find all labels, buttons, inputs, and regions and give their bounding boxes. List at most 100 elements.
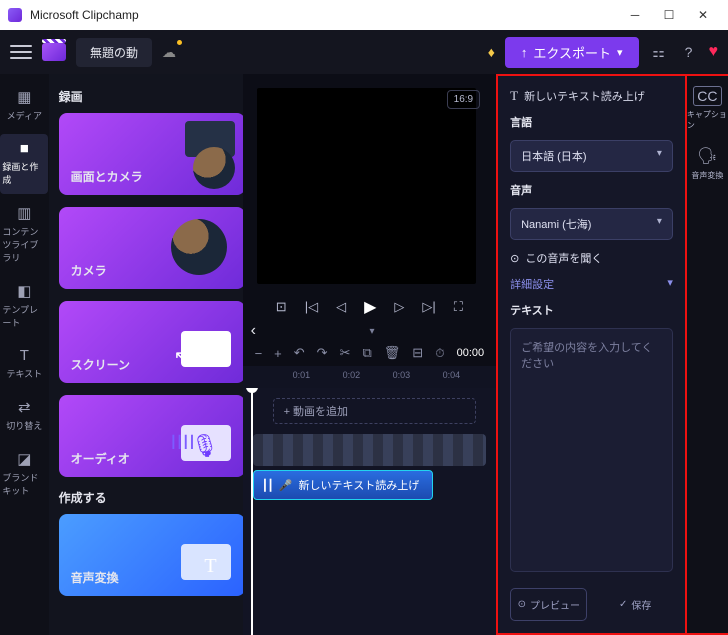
step-forward-icon[interactable]: ▷: [394, 299, 404, 315]
text-t-icon: T: [510, 88, 518, 104]
center-area: 16:9 ⊡ |◁ ◁ ▶ ▷ ▷| ⛶ ‹ ▾ − + ↶ ↷ ✂ ⧉ 🗑 ⊟ …: [243, 74, 497, 635]
drag-handle-icon[interactable]: ┃┃: [262, 479, 273, 492]
favorite-icon[interactable]: ♥: [709, 43, 719, 61]
copy-icon[interactable]: ⧉: [362, 345, 371, 361]
chevron-down-icon: ▾: [667, 276, 673, 292]
rail-media[interactable]: ▦メディア: [0, 82, 48, 130]
rail-caption-label: キャプション: [687, 109, 728, 131]
tick: 0:03: [393, 370, 411, 380]
tts-clip-label: 新しいテキスト読み上げ: [299, 477, 420, 493]
playback-controls: ⊡ |◁ ◁ ▶ ▷ ▷| ⛶: [243, 292, 497, 322]
step-back-icon[interactable]: ◁: [336, 299, 346, 315]
undo-icon[interactable]: ↶: [294, 345, 305, 361]
voice-icon: 🗣: [694, 145, 720, 167]
menu-button[interactable]: [10, 45, 32, 59]
media-icon: ▦: [17, 88, 31, 106]
mic-small-icon: 🎤: [279, 479, 293, 492]
upload-icon: ↑: [521, 45, 528, 60]
rail-transitions[interactable]: ⇄切り替え: [0, 392, 48, 440]
timecode: 00:00: [457, 347, 485, 359]
rail-library[interactable]: ▥コンテンツライブラリ: [0, 198, 48, 272]
redo-icon[interactable]: ↷: [317, 345, 328, 361]
card-audio[interactable]: ┃┃┃┃ 🎙 オーディオ: [59, 395, 243, 477]
camera-avatar: [193, 147, 235, 189]
zoom-in-icon[interactable]: +: [274, 346, 282, 361]
zoom-out-icon[interactable]: −: [255, 346, 263, 361]
app-title: Microsoft Clipchamp: [30, 8, 139, 22]
collapse-left-icon[interactable]: ‹: [251, 322, 256, 340]
aspect-ratio-selector[interactable]: 16:9: [447, 90, 480, 109]
timecode-icon: ⏱: [435, 346, 444, 361]
card-screen-camera[interactable]: 画面とカメラ: [59, 113, 243, 195]
rail-voice[interactable]: 🗣 音声変換: [691, 145, 723, 181]
card-tts[interactable]: T 音声変換: [59, 514, 243, 596]
timeline-toolbar: − + ↶ ↷ ✂ ⧉ 🗑 ⊟ ⏱ 00:00: [243, 340, 497, 366]
card-label: スクリーン: [71, 356, 130, 373]
skip-end-icon[interactable]: ▷|: [422, 299, 435, 315]
rail-brandkit[interactable]: ◪ブランドキット: [0, 444, 48, 505]
video-track[interactable]: + 動画を追加: [253, 394, 487, 428]
tick: 0:02: [343, 370, 361, 380]
window-maximize[interactable]: ☐: [652, 0, 686, 30]
left-panel: 録画 画面とカメラ カメラ ↖ スクリーン ┃┃┃┃ 🎙 オーディオ 作成する …: [49, 74, 243, 635]
listen-label: この音声を聞く: [525, 250, 602, 266]
preview-button[interactable]: ⊙ プレビュー: [510, 588, 587, 621]
top-toolbar: 無題の動 ☁ ♦ ↑ エクスポート ▾ ⚏ ? ♥: [0, 30, 728, 74]
split-icon[interactable]: ⊟: [412, 345, 423, 361]
advanced-settings[interactable]: 詳細設定 ▾: [510, 276, 673, 292]
timeline-ruler[interactable]: 0:01 0:02 0:03 0:04: [243, 366, 497, 388]
card-screen[interactable]: ↖ スクリーン: [59, 301, 243, 383]
delete-icon[interactable]: 🗑: [384, 345, 401, 361]
cut-icon[interactable]: ✂: [340, 345, 351, 361]
language-select[interactable]: 日本語 (日本) ▾: [510, 140, 673, 172]
rail-text[interactable]: Tテキスト: [0, 341, 48, 388]
preview-canvas[interactable]: [257, 88, 477, 284]
save-button[interactable]: ✓ 保存: [597, 588, 672, 621]
check-icon: ✓: [619, 599, 627, 610]
rail-captions[interactable]: CC キャプション: [687, 86, 728, 131]
export-button[interactable]: ↑ エクスポート ▾: [505, 37, 639, 68]
help-icon[interactable]: ?: [679, 44, 699, 60]
template-icon: ◧: [17, 282, 31, 300]
section-record-title: 録画: [59, 88, 233, 105]
cloud-sync-icon[interactable]: ☁: [162, 44, 176, 61]
record-icon: ■: [20, 140, 29, 157]
chevron-down-icon: ▾: [657, 216, 662, 232]
skip-start-icon[interactable]: |◁: [305, 299, 318, 315]
tts-text-input[interactable]: ご希望の内容を入力してください: [510, 328, 673, 572]
chevron-down-icon: ▾: [657, 148, 662, 164]
advanced-label: 詳細設定: [510, 276, 554, 292]
preview-label: プレビュー: [530, 597, 580, 612]
share-icon[interactable]: ⚏: [649, 44, 669, 61]
library-icon: ▥: [17, 204, 31, 222]
window-minimize[interactable]: ─: [618, 0, 652, 30]
app-logo: [8, 8, 22, 22]
voice-value: Nanami (七海): [521, 216, 591, 232]
premium-icon[interactable]: ♦: [488, 44, 495, 60]
text-icon: T: [20, 347, 29, 364]
voice-label: 音声: [510, 182, 673, 198]
rail-record[interactable]: ■録画と作成: [0, 134, 48, 194]
play-button[interactable]: ▶: [364, 297, 376, 317]
collapse-down-icon[interactable]: ▾: [369, 326, 374, 337]
rail-templates[interactable]: ◧テンプレート: [0, 276, 48, 337]
fullscreen-icon[interactable]: ⛶: [454, 299, 463, 315]
tts-clip[interactable]: ┃┃ 🎤 新しいテキスト読み上げ: [253, 470, 433, 500]
window-titlebar: Microsoft Clipchamp ─ ☐ ✕: [0, 0, 728, 30]
text-t-icon: T: [204, 555, 216, 578]
card-label: オーディオ: [71, 450, 130, 467]
project-title[interactable]: 無題の動: [76, 38, 152, 67]
timeline-tracks[interactable]: + 動画を追加 ┃┃ 🎤 新しいテキスト読み上げ: [243, 388, 497, 635]
card-camera[interactable]: カメラ: [59, 207, 243, 289]
background-clip[interactable]: [253, 434, 487, 466]
crop-icon[interactable]: ⊡: [276, 299, 287, 315]
cc-icon: CC: [693, 86, 721, 106]
tts-header-label: 新しいテキスト読み上げ: [524, 88, 645, 104]
voice-select[interactable]: Nanami (七海) ▾: [510, 208, 673, 240]
cursor-icon: ↖: [174, 347, 189, 368]
add-video-placeholder[interactable]: + 動画を追加: [273, 398, 477, 424]
tick: 0:01: [293, 370, 311, 380]
play-circle-icon: ⊙: [510, 252, 519, 265]
window-close[interactable]: ✕: [686, 0, 720, 30]
listen-voice[interactable]: ⊙ この音声を聞く: [510, 250, 673, 266]
